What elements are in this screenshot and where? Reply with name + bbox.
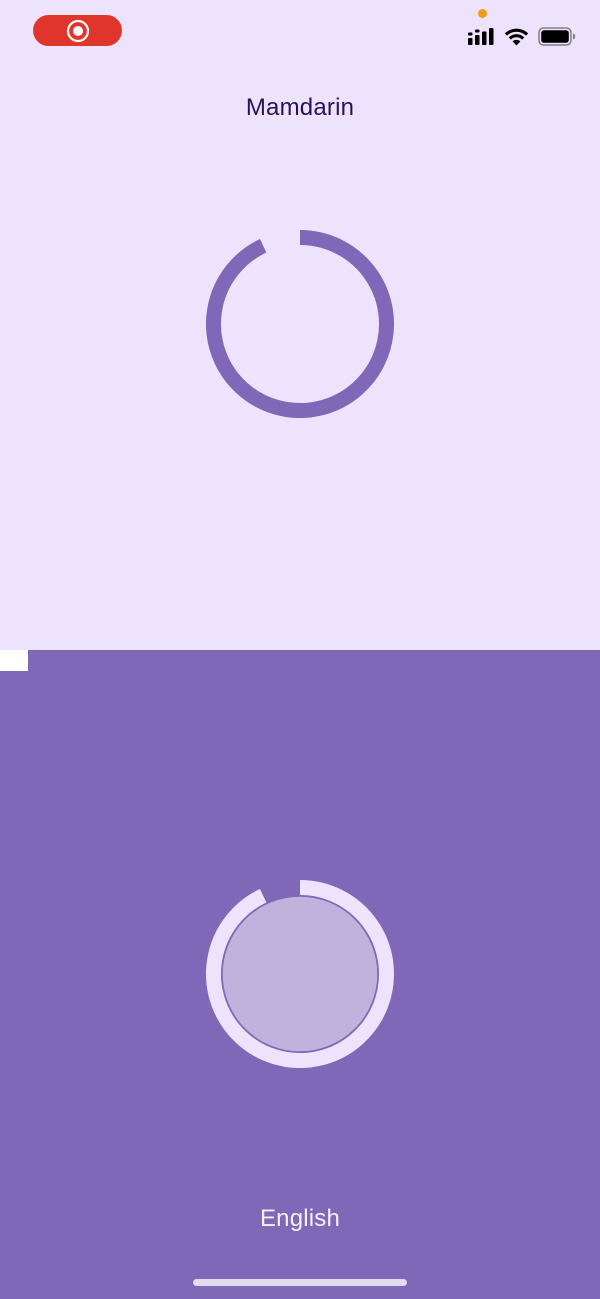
source-language-label[interactable]: Mamdarin	[0, 94, 600, 122]
status-bar	[0, 0, 600, 60]
mic-ring-icon	[206, 880, 394, 1068]
target-mic-button[interactable]	[206, 880, 394, 1068]
target-language-label[interactable]: English	[0, 1205, 600, 1233]
status-icons	[468, 25, 576, 47]
screen-record-icon	[66, 19, 89, 42]
screen-record-indicator[interactable]	[33, 15, 122, 46]
corner-notch	[0, 650, 28, 671]
wifi-icon	[504, 28, 529, 45]
mic-ring-icon	[206, 230, 394, 418]
cellular-signal-icon	[468, 28, 494, 45]
translator-screen: Mamdarin English	[0, 0, 600, 1299]
battery-icon	[538, 26, 576, 46]
home-indicator[interactable]	[193, 1279, 407, 1286]
source-mic-button[interactable]	[206, 230, 394, 418]
privacy-indicator-dot	[478, 9, 487, 18]
